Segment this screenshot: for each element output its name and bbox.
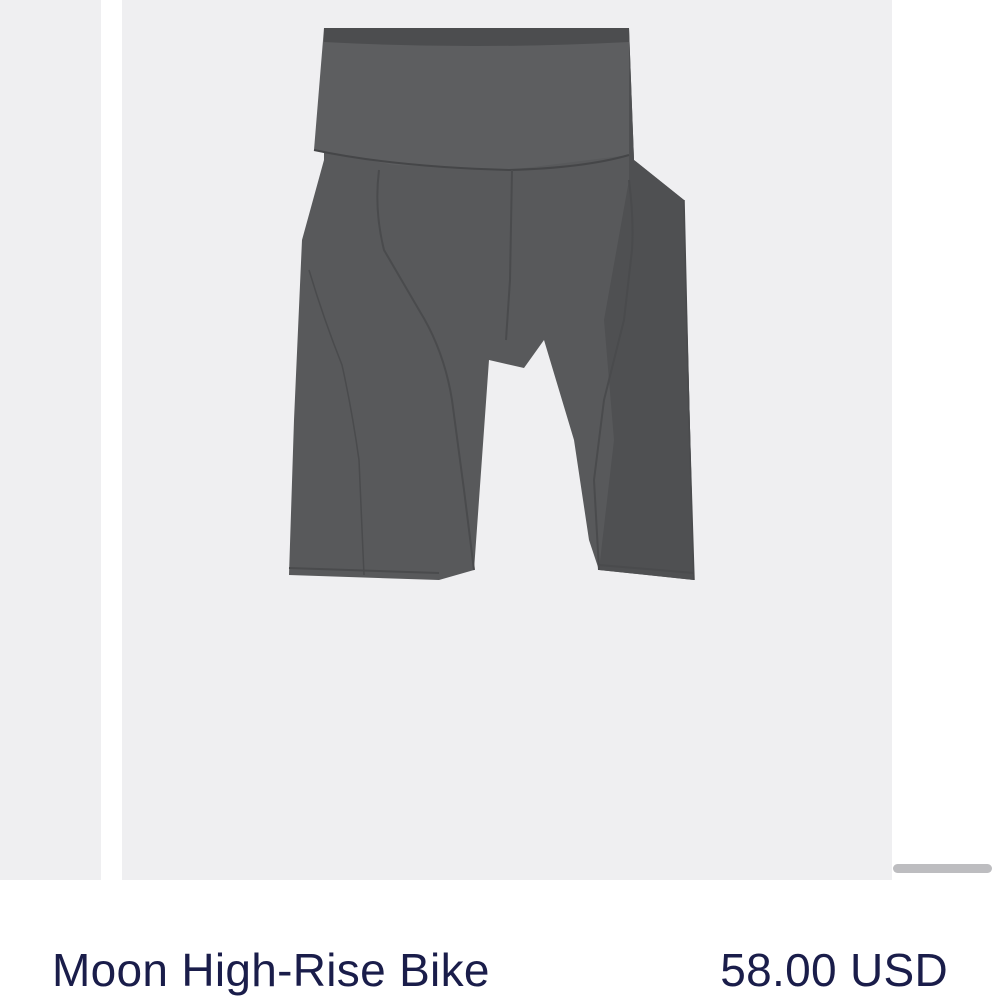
product-name[interactable]: Moon High-Rise Bike [52, 944, 490, 996]
bike-shorts-image [288, 28, 695, 581]
current-image-slide[interactable] [122, 0, 892, 880]
previous-image-slide[interactable] [0, 0, 101, 880]
product-card[interactable]: Moon High-Rise Bike 58.00 USD [0, 0, 1000, 1000]
carousel-scroll-indicator[interactable] [893, 864, 992, 873]
product-price: 58.00 USD [720, 944, 948, 996]
waistband [314, 28, 629, 170]
product-image-carousel[interactable] [0, 0, 1000, 880]
waistband-top [324, 28, 629, 46]
